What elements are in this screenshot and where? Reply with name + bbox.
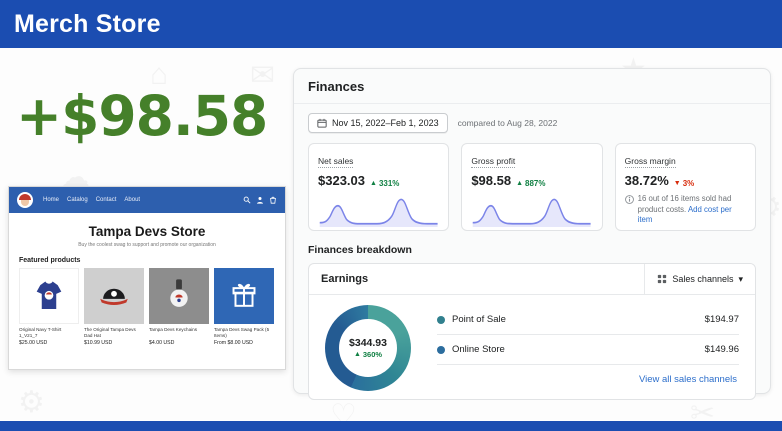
- product-card[interactable]: The Original Tampa Devs Dad Hat $10.99 U…: [84, 268, 144, 346]
- store-screenshot: Home Catalog Contact About: [8, 186, 286, 370]
- increase-icon: ▲: [516, 180, 523, 187]
- gross-margin-label: Gross margin: [625, 156, 676, 168]
- account-icon[interactable]: [256, 196, 264, 204]
- earnings-body: $344.93 ▲360% Point of Sale $194.97: [309, 295, 755, 399]
- store-navbar: Home Catalog Contact About: [9, 187, 285, 213]
- calendar-icon: [317, 118, 327, 128]
- store-nav-home[interactable]: Home: [43, 197, 59, 203]
- date-range-button[interactable]: Nov 15, 2022–Feb 1, 2023: [308, 113, 448, 133]
- point-of-sale-dot: [437, 316, 445, 324]
- gross-margin-note: 16 out of 16 items sold had product cost…: [625, 194, 746, 226]
- earnings-total-delta: ▲360%: [354, 350, 382, 359]
- app-header: Merch Store: [0, 0, 782, 48]
- bottom-accent-bar: [0, 421, 782, 431]
- decrease-icon: ▼: [674, 180, 681, 187]
- store-nav-contact[interactable]: Contact: [96, 197, 117, 203]
- donut-center: $344.93 ▲360%: [339, 319, 397, 377]
- product-card[interactable]: Tampa Devs Swag Pack (5 Items) From $8.0…: [214, 268, 274, 346]
- net-sales-value: $323.03: [318, 173, 365, 188]
- view-all-sales-channels-link[interactable]: View all sales channels: [639, 374, 737, 385]
- gross-profit-delta: ▲887%: [516, 179, 545, 188]
- highlight-amount: +$98.58: [16, 84, 266, 148]
- net-sales-sparkline: [318, 192, 439, 228]
- product-name: Original Navy T-Shirt 1_V21_7: [19, 327, 79, 338]
- gift-product-image: [214, 268, 274, 324]
- product-name: Tampa Devs Swag Pack (5 Items): [214, 327, 274, 338]
- featured-products-label: Featured products: [19, 257, 275, 264]
- earnings-legend: Point of Sale $194.97 Online Store $149.…: [437, 305, 739, 389]
- net-sales-card[interactable]: Net sales $323.03 ▲331%: [308, 143, 449, 231]
- legend-row-online-store[interactable]: Online Store $149.96: [437, 335, 739, 365]
- store-logo-avatar[interactable]: [17, 192, 33, 208]
- product-name: The Original Tampa Devs Dad Hat: [84, 327, 144, 338]
- earnings-header: Earnings Sales channels ▾: [309, 264, 755, 295]
- finances-panel: Finances Nov 15, 2022–Feb 1, 2023 compar…: [293, 68, 771, 394]
- product-price: From $8.00 USD: [214, 340, 274, 346]
- doodle-gear-icon: ⚙: [18, 385, 45, 420]
- gross-margin-card[interactable]: Gross margin 38.72% ▼3% 16 out of 16 ite…: [615, 143, 756, 231]
- info-icon: [625, 195, 634, 204]
- product-price: $25.00 USD: [19, 340, 79, 346]
- metrics-row: Net sales $323.03 ▲331% Gross profit $98…: [294, 141, 770, 231]
- gross-margin-value: 38.72%: [625, 173, 669, 188]
- gross-profit-label: Gross profit: [471, 156, 515, 168]
- hat-product-image: [84, 268, 144, 324]
- chevron-down-icon: ▾: [738, 274, 743, 285]
- store-nav-catalog[interactable]: Catalog: [67, 197, 88, 203]
- store-nav-about[interactable]: About: [124, 197, 140, 203]
- point-of-sale-label: Point of Sale: [452, 314, 506, 325]
- keychain-product-image: [149, 268, 209, 324]
- gross-profit-value: $98.58: [471, 173, 511, 188]
- legend-row-point-of-sale[interactable]: Point of Sale $194.97: [437, 305, 739, 335]
- product-card[interactable]: Original Navy T-Shirt 1_V21_7 $25.00 USD: [19, 268, 79, 346]
- earnings-title: Earnings: [309, 264, 380, 294]
- page-title: Merch Store: [14, 10, 161, 39]
- finances-title: Finances: [294, 69, 770, 104]
- gross-profit-sparkline: [471, 192, 592, 228]
- store-subtitle: Buy the coolest swag to support and prom…: [9, 242, 285, 248]
- product-card[interactable]: Tampa Devs Keychains $4.00 USD: [149, 268, 209, 346]
- product-price: $10.99 USD: [84, 340, 144, 346]
- net-sales-delta: ▲331%: [370, 179, 399, 188]
- online-store-label: Online Store: [452, 344, 505, 355]
- channels-grid-icon: [657, 274, 667, 284]
- search-icon[interactable]: [243, 196, 251, 204]
- increase-icon: ▲: [354, 351, 361, 358]
- earnings-total: $344.93: [349, 337, 387, 349]
- cart-icon[interactable]: [269, 196, 277, 204]
- gross-profit-card[interactable]: Gross profit $98.58 ▲887%: [461, 143, 602, 231]
- online-store-value: $149.96: [705, 344, 739, 355]
- date-range-label: Nov 15, 2022–Feb 1, 2023: [332, 118, 439, 128]
- store-title: Tampa Devs Store: [9, 224, 285, 239]
- product-name: Tampa Devs Keychains: [149, 327, 209, 338]
- finances-breakdown-label: Finances breakdown: [294, 231, 770, 263]
- gross-margin-delta: ▼3%: [674, 179, 695, 188]
- earnings-donut-chart: $344.93 ▲360%: [325, 305, 411, 391]
- store-nav-icons: [243, 196, 277, 204]
- point-of-sale-value: $194.97: [705, 314, 739, 325]
- net-sales-label: Net sales: [318, 156, 353, 168]
- compared-to-label: compared to Aug 28, 2022: [458, 118, 558, 128]
- store-nav-links: Home Catalog Contact About: [43, 197, 237, 203]
- product-grid: Original Navy T-Shirt 1_V21_7 $25.00 USD…: [9, 268, 285, 346]
- page-canvas: ✉ ☁ ★ ⚙ ♡ ✂ ⚙ ⌂ Merch Store +$98.58 Home…: [0, 0, 782, 431]
- date-filter-row: Nov 15, 2022–Feb 1, 2023 compared to Aug…: [294, 104, 770, 141]
- earnings-card: Earnings Sales channels ▾ $344.93: [308, 263, 756, 400]
- sales-channels-dropdown[interactable]: Sales channels ▾: [644, 264, 755, 294]
- increase-icon: ▲: [370, 180, 377, 187]
- tshirt-product-image: [19, 268, 79, 324]
- online-store-dot: [437, 346, 445, 354]
- product-price: $4.00 USD: [149, 340, 209, 346]
